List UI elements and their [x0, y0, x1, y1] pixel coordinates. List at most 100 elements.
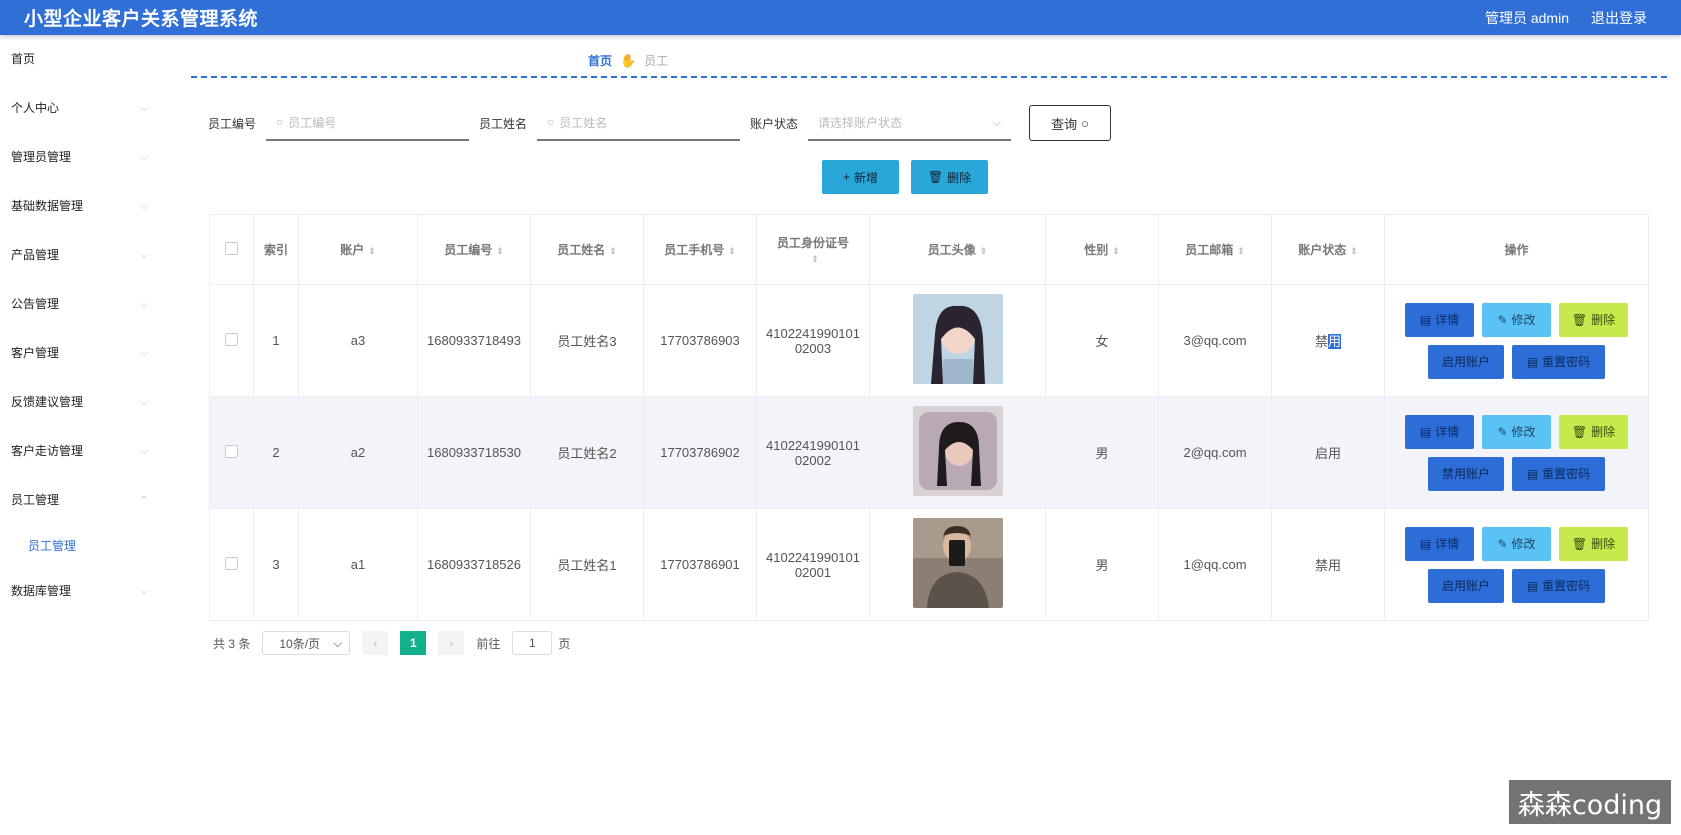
sort-icon[interactable]: ⇕: [980, 246, 988, 257]
sidebar-item-visit[interactable]: 客户走访管理 ⌵: [0, 427, 162, 476]
goto-suffix: 页: [558, 636, 571, 651]
avatar-image[interactable]: [912, 518, 1003, 608]
detail-button[interactable]: ▤ 详情: [1405, 414, 1474, 449]
toggle-account-button[interactable]: 启用账户: [1428, 568, 1504, 603]
document-icon: ▤: [1526, 578, 1539, 593]
edit-button[interactable]: ✎ 修改: [1482, 526, 1551, 561]
batch-delete-button[interactable]: 🗑 删除: [911, 160, 988, 194]
sidebar-item-label: 反馈建议管理: [11, 395, 84, 409]
col-gender[interactable]: 性别 ⇕: [1045, 214, 1159, 285]
chevron-down-icon: ⌵: [140, 103, 148, 114]
app-title: 小型企业客户关系管理系统: [24, 9, 259, 30]
col-actions: 操作: [1384, 214, 1649, 285]
pencil-icon: ✎: [1497, 536, 1508, 551]
toolbar: + 新增 🗑 删除: [822, 160, 988, 194]
delete-button[interactable]: 🗑 删除: [1559, 526, 1628, 561]
col-id-card[interactable]: 员工身份证号 ⇕: [756, 214, 870, 285]
detail-button[interactable]: ▤ 详情: [1405, 526, 1474, 561]
reset-password-button[interactable]: ▤ 重置密码: [1512, 344, 1605, 379]
col-emp-no[interactable]: 员工编号 ⇕: [417, 214, 531, 285]
goto-page-input[interactable]: 1: [512, 631, 553, 655]
detail-button[interactable]: ▤ 详情: [1405, 302, 1474, 337]
sidebar-item-product[interactable]: 产品管理 ⌵: [0, 231, 162, 280]
pagination: 共 3 条 10条/页 ⌵ ‹ 1 › 前往 1 页: [213, 631, 570, 655]
sidebar-item-personal[interactable]: 个人中心 ⌵: [0, 84, 162, 133]
table-row: 3 a1 1680933718526 员工姓名1 17703786901 410…: [209, 508, 1649, 621]
sidebar-item-admin[interactable]: 管理员管理 ⌵: [0, 133, 162, 182]
col-label: 性别: [1084, 243, 1109, 257]
select-all-checkbox[interactable]: [209, 214, 254, 285]
sort-icon[interactable]: ⇕: [368, 246, 376, 257]
reset-password-button[interactable]: ▤ 重置密码: [1512, 456, 1605, 491]
sidebar-item-feedback[interactable]: 反馈建议管理 ⌵: [0, 378, 162, 427]
chevron-left-icon: ‹: [373, 636, 378, 650]
sidebar-item-database[interactable]: 数据库管理 ⌵: [0, 567, 162, 616]
current-user: 管理员 admin: [1484, 9, 1569, 26]
cell-index: 1: [253, 284, 299, 397]
edit-button[interactable]: ✎ 修改: [1482, 414, 1551, 449]
sidebar-item-notice[interactable]: 公告管理 ⌵: [0, 280, 162, 329]
delete-button[interactable]: 🗑 删除: [1559, 414, 1628, 449]
chevron-down-icon: ⌵: [140, 250, 148, 261]
page-size-select[interactable]: 10条/页 ⌵: [262, 631, 351, 655]
toggle-account-button[interactable]: 启用账户: [1428, 344, 1504, 379]
sort-icon[interactable]: ⇕: [1350, 246, 1358, 257]
sidebar-item-basic-data[interactable]: 基础数据管理 ⌵: [0, 182, 162, 231]
next-page-button[interactable]: ›: [438, 631, 465, 655]
cell-name: 员工姓名2: [530, 396, 644, 509]
cell-emp-no: 1680933718526: [417, 508, 531, 621]
add-button[interactable]: + 新增: [822, 160, 899, 194]
emp-name-input[interactable]: ○ 员工姓名: [537, 105, 741, 141]
cell-account: a3: [298, 284, 418, 397]
edit-button[interactable]: ✎ 修改: [1482, 302, 1551, 337]
col-phone[interactable]: 员工手机号 ⇕: [643, 214, 757, 285]
toggle-account-button[interactable]: 禁用账户: [1428, 456, 1504, 491]
sidebar-item-customer[interactable]: 客户管理 ⌵: [0, 329, 162, 378]
prev-page-button[interactable]: ‹: [362, 631, 389, 655]
page-number-current[interactable]: 1: [400, 631, 427, 655]
page-size-value: 10条/页: [279, 636, 321, 651]
chevron-right-icon: ›: [449, 636, 454, 650]
col-emp-name[interactable]: 员工姓名 ⇕: [530, 214, 644, 285]
emp-no-input[interactable]: ○ 员工编号: [266, 105, 470, 141]
breadcrumb-current: 员工: [644, 54, 669, 68]
row-checkbox[interactable]: [209, 508, 254, 621]
delete-button[interactable]: 🗑 删除: [1559, 302, 1628, 337]
chevron-down-icon: ⌵: [140, 152, 148, 163]
cell-status: 禁用: [1271, 508, 1385, 621]
sort-icon[interactable]: ⇕: [1237, 246, 1245, 257]
chevron-down-icon: ⌵: [140, 586, 148, 597]
breadcrumb-home[interactable]: 首页: [588, 52, 612, 69]
row-checkbox[interactable]: [209, 284, 254, 397]
sidebar-subitem-employee[interactable]: 员工管理: [0, 525, 162, 567]
status-placeholder: 请选择账户状态: [818, 115, 903, 130]
pencil-icon: ✎: [1497, 312, 1508, 327]
cell-gender: 男: [1045, 508, 1159, 621]
sort-icon[interactable]: ⇕: [1112, 246, 1120, 257]
col-status[interactable]: 账户状态 ⇕: [1271, 214, 1385, 285]
cell-avatar: [869, 396, 1046, 509]
avatar-image[interactable]: [912, 406, 1003, 496]
sort-icon[interactable]: ⇕: [811, 254, 819, 265]
col-account[interactable]: 账户 ⇕: [298, 214, 418, 285]
col-email[interactable]: 员工邮箱 ⇕: [1158, 214, 1272, 285]
sidebar-item-employee[interactable]: 员工管理 ⌃: [0, 476, 162, 525]
sort-icon[interactable]: ⇕: [728, 246, 736, 257]
cell-status: 禁用: [1271, 284, 1385, 397]
cell-index: 2: [253, 396, 299, 509]
sort-icon[interactable]: ⇕: [609, 246, 617, 257]
status-select[interactable]: 请选择账户状态 ⌵: [808, 105, 1012, 141]
watermark: 森森coding: [1509, 780, 1671, 824]
row-checkbox[interactable]: [209, 396, 254, 509]
query-button[interactable]: 查询 ○: [1029, 105, 1112, 141]
trash-icon: 🗑: [1571, 312, 1588, 327]
cell-actions: ▤ 详情 ✎ 修改 🗑 删除 禁用账户 ▤ 重置密码: [1384, 396, 1649, 509]
reset-password-button[interactable]: ▤ 重置密码: [1512, 568, 1605, 603]
chevron-down-icon: ⌵: [140, 446, 148, 457]
sidebar-item-home[interactable]: 首页: [0, 35, 162, 84]
col-avatar[interactable]: 员工头像 ⇕: [869, 214, 1046, 285]
sort-icon[interactable]: ⇕: [496, 246, 504, 257]
total-count: 共 3 条: [213, 636, 251, 651]
logout-link[interactable]: 退出登录: [1591, 8, 1647, 28]
avatar-image[interactable]: [912, 294, 1003, 384]
